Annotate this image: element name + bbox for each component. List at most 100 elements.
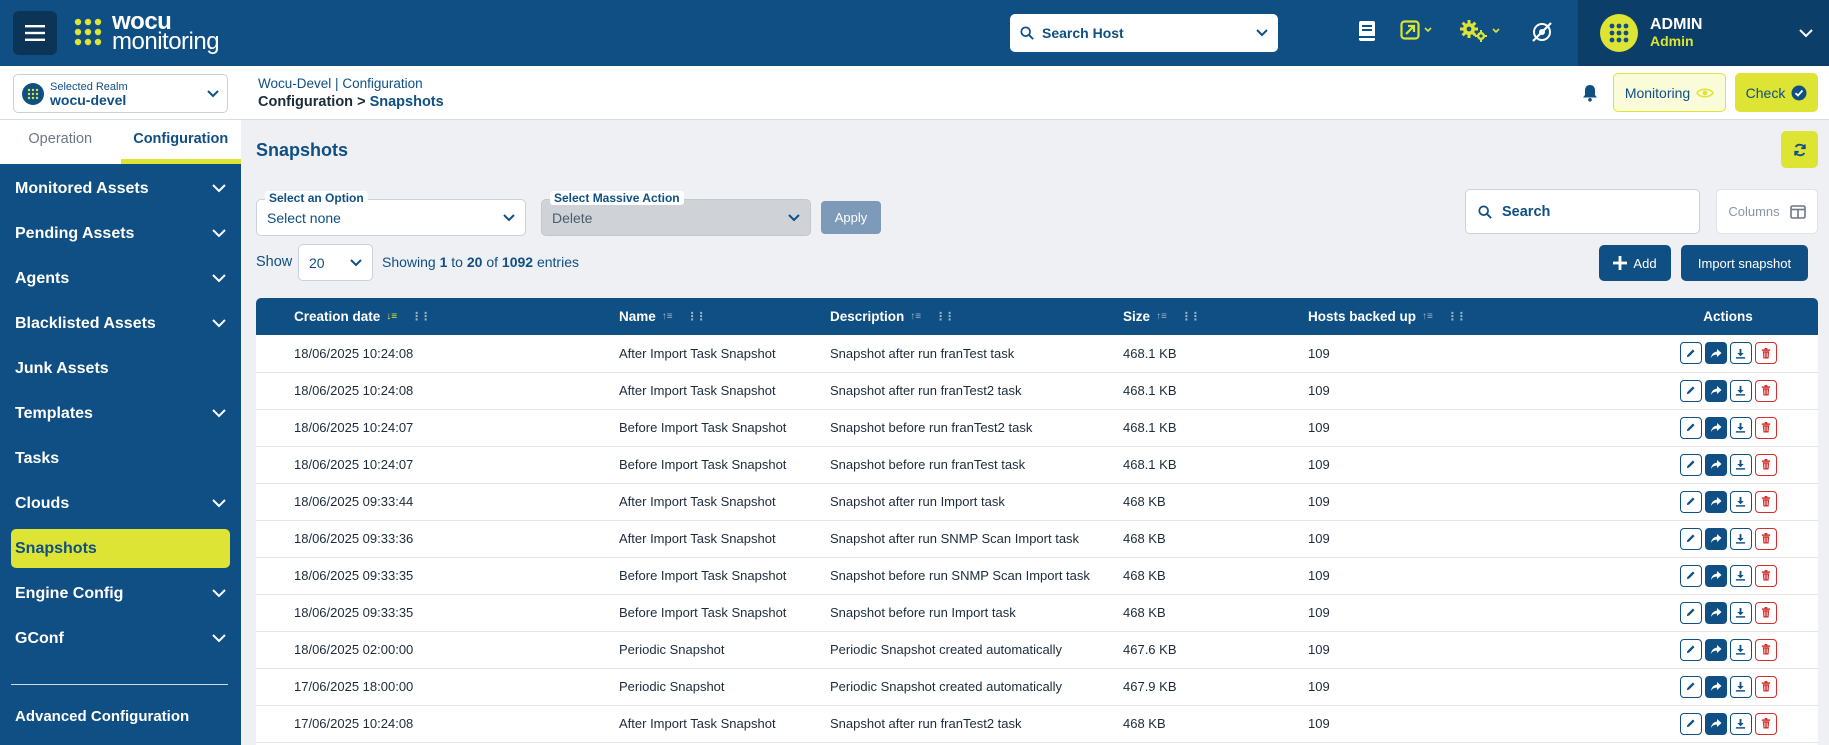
sidebar-item-gconf[interactable]: GConf — [11, 616, 230, 661]
delete-button[interactable] — [1754, 490, 1777, 513]
column-name[interactable]: Name ↑≡ ⋮⋮ — [619, 298, 830, 335]
settings-menu[interactable] — [1460, 20, 1500, 42]
columns-button[interactable]: Columns — [1716, 189, 1818, 234]
sidebar-item-blacklisted-assets[interactable]: Blacklisted Assets — [11, 301, 230, 346]
refresh-button[interactable] — [1781, 131, 1818, 168]
table-row[interactable]: 17/06/2025 10:24:08 After Import Task Sna… — [256, 705, 1818, 742]
restore-button[interactable] — [1704, 490, 1727, 513]
download-button[interactable] — [1729, 638, 1752, 661]
sidebar-item-clouds[interactable]: Clouds — [11, 481, 230, 526]
drag-handle-icon[interactable]: ⋮⋮ — [1447, 310, 1467, 323]
breadcrumb-section[interactable]: Configuration — [258, 94, 353, 110]
table-row[interactable]: 18/06/2025 10:24:07 Before Import Task Sn… — [256, 409, 1818, 446]
hamburger-menu-button[interactable] — [13, 11, 57, 55]
edit-button[interactable] — [1679, 379, 1702, 402]
delete-button[interactable] — [1754, 527, 1777, 550]
column-creation-date[interactable]: Creation date ↓≡ ⋮⋮ — [294, 298, 619, 335]
download-button[interactable] — [1729, 601, 1752, 624]
add-snapshot-button[interactable]: Add — [1599, 245, 1671, 281]
user-menu[interactable]: ADMIN Admin — [1578, 0, 1829, 66]
delete-button[interactable] — [1754, 416, 1777, 439]
delete-button[interactable] — [1754, 601, 1777, 624]
table-search-input[interactable]: Search — [1465, 189, 1700, 234]
sidebar-item-snapshots[interactable]: Snapshots — [11, 529, 230, 568]
search-host-dropdown[interactable]: Search Host — [1010, 14, 1278, 52]
sidebar-item-advanced-configuration[interactable]: Advanced Configuration — [15, 708, 189, 725]
download-button[interactable] — [1729, 675, 1752, 698]
delete-button[interactable] — [1754, 712, 1777, 735]
delete-button[interactable] — [1754, 453, 1777, 476]
check-button[interactable]: Check — [1735, 73, 1818, 112]
import-snapshot-button[interactable]: Import snapshot — [1681, 245, 1808, 281]
download-button[interactable] — [1729, 564, 1752, 587]
download-button[interactable] — [1729, 527, 1752, 550]
breadcrumb-realm-link[interactable]: Wocu-Devel — [258, 76, 331, 91]
download-button[interactable] — [1729, 379, 1752, 402]
download-button[interactable] — [1729, 416, 1752, 439]
notifications-button[interactable] — [1582, 84, 1598, 102]
column-description[interactable]: Description ↑≡ ⋮⋮ — [830, 298, 1123, 335]
table-row[interactable]: 17/06/2025 18:00:00 Periodic Snapshot Peri… — [256, 668, 1818, 705]
restore-button[interactable] — [1704, 638, 1727, 661]
breadcrumb-section-link[interactable]: Configuration — [342, 76, 422, 91]
delete-button[interactable] — [1754, 379, 1777, 402]
select-option-dropdown[interactable]: Select an Option Select none — [256, 191, 526, 236]
table-row[interactable]: 18/06/2025 10:24:08 After Import Task Sna… — [256, 335, 1818, 372]
delete-button[interactable] — [1754, 342, 1777, 365]
massive-action-dropdown[interactable]: Select Massive Action Delete — [541, 191, 811, 236]
table-row[interactable]: 18/06/2025 10:24:08 After Import Task Sna… — [256, 372, 1818, 409]
sidebar-item-monitored-assets[interactable]: Monitored Assets — [11, 166, 230, 211]
sidebar-item-junk-assets[interactable]: Junk Assets — [11, 346, 230, 391]
drag-handle-icon[interactable]: ⋮⋮ — [687, 310, 707, 323]
external-link-menu[interactable] — [1400, 20, 1432, 40]
restore-button[interactable] — [1704, 453, 1727, 476]
restore-button[interactable] — [1704, 601, 1727, 624]
column-size[interactable]: Size ↑≡ ⋮⋮ — [1123, 298, 1308, 335]
restore-button[interactable] — [1704, 675, 1727, 698]
drag-handle-icon[interactable]: ⋮⋮ — [935, 310, 955, 323]
documentation-button[interactable] — [1358, 20, 1376, 42]
sidebar-item-engine-config[interactable]: Engine Config — [11, 571, 230, 616]
monitoring-button[interactable]: Monitoring — [1613, 73, 1726, 112]
table-row[interactable]: 18/06/2025 09:33:36 After Import Task Sna… — [256, 520, 1818, 557]
restore-button[interactable] — [1704, 342, 1727, 365]
sidebar-item-agents[interactable]: Agents — [11, 256, 230, 301]
table-row[interactable]: 18/06/2025 09:33:35 Before Import Task Sn… — [256, 594, 1818, 631]
apply-button[interactable]: Apply — [821, 201, 881, 234]
download-button[interactable] — [1729, 490, 1752, 513]
edit-button[interactable] — [1679, 601, 1702, 624]
download-button[interactable] — [1729, 342, 1752, 365]
edit-button[interactable] — [1679, 342, 1702, 365]
edit-button[interactable] — [1679, 675, 1702, 698]
sidebar-item-pending-assets[interactable]: Pending Assets — [11, 211, 230, 256]
restore-button[interactable] — [1704, 416, 1727, 439]
edit-button[interactable] — [1679, 416, 1702, 439]
sidebar-item-templates[interactable]: Templates — [11, 391, 230, 436]
table-row[interactable]: 18/06/2025 09:33:35 Before Import Task Sn… — [256, 557, 1818, 594]
edit-button[interactable] — [1679, 490, 1702, 513]
table-row[interactable]: 18/06/2025 09:33:44 After Import Task Sna… — [256, 483, 1818, 520]
connection-status-button[interactable] — [1530, 20, 1554, 44]
drag-handle-icon[interactable]: ⋮⋮ — [1181, 310, 1201, 323]
delete-button[interactable] — [1754, 675, 1777, 698]
restore-button[interactable] — [1704, 564, 1727, 587]
sidebar-item-tasks[interactable]: Tasks — [11, 436, 230, 481]
edit-button[interactable] — [1679, 527, 1702, 550]
download-button[interactable] — [1729, 453, 1752, 476]
tab-configuration[interactable]: Configuration — [120, 120, 241, 164]
restore-button[interactable] — [1704, 712, 1727, 735]
edit-button[interactable] — [1679, 564, 1702, 587]
delete-button[interactable] — [1754, 638, 1777, 661]
edit-button[interactable] — [1679, 712, 1702, 735]
table-row[interactable]: 18/06/2025 10:24:07 Before Import Task Sn… — [256, 446, 1818, 483]
delete-button[interactable] — [1754, 564, 1777, 587]
column-hosts-backed-up[interactable]: Hosts backed up ↑≡ ⋮⋮ — [1308, 298, 1638, 335]
drag-handle-icon[interactable]: ⋮⋮ — [411, 310, 431, 323]
edit-button[interactable] — [1679, 453, 1702, 476]
edit-button[interactable] — [1679, 638, 1702, 661]
restore-button[interactable] — [1704, 379, 1727, 402]
realm-selector[interactable]: Selected Realm wocu-devel — [13, 74, 228, 113]
tab-operation[interactable]: Operation — [0, 120, 121, 164]
brand-logo[interactable]: wocu monitoring — [72, 10, 220, 54]
restore-button[interactable] — [1704, 527, 1727, 550]
